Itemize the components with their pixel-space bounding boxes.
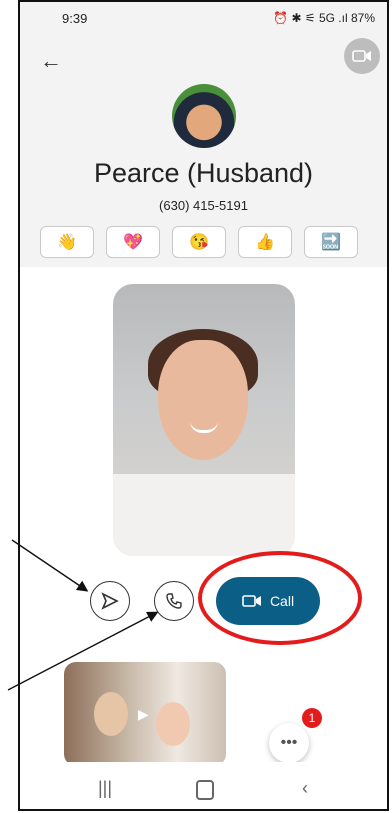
- contact-avatar: [172, 84, 236, 148]
- thumb-child-1: [94, 692, 128, 736]
- send-message-button[interactable]: [90, 581, 130, 621]
- soon-arrow-icon: 🔜: [321, 234, 341, 251]
- reaction-thumbs-up-button[interactable]: 👍: [238, 226, 292, 258]
- thumb-child-2: [156, 702, 190, 746]
- voice-call-button[interactable]: [154, 581, 194, 621]
- preview-face: [158, 340, 248, 460]
- kiss-face-icon: 😘: [189, 234, 209, 251]
- system-nav-bar: ||| ‹: [20, 762, 387, 809]
- recent-apps-icon[interactable]: |||: [98, 778, 112, 799]
- video-effects-icon: [352, 50, 371, 62]
- contact-name: Pearce (Husband): [93, 158, 314, 188]
- video-effects-button[interactable]: [344, 38, 380, 74]
- status-time: 9:39: [62, 11, 88, 26]
- more-dots-icon: •••: [280, 734, 298, 751]
- back-arrow-icon[interactable]: ←: [40, 48, 62, 74]
- self-video-preview: [113, 284, 295, 556]
- phone-frame: 9:39 ⏰ ✱ ⚟ 5G .ıl 87% ← Pearce (Husband)…: [18, 0, 389, 811]
- status-bar: 9:39 ⏰ ✱ ⚟ 5G .ıl 87%: [20, 2, 387, 32]
- reaction-heart-button[interactable]: 💖: [106, 226, 160, 258]
- heart-icon: 💖: [123, 234, 143, 251]
- reaction-wave-button[interactable]: 👋: [40, 226, 94, 258]
- wave-hand-icon: 👋: [57, 234, 77, 251]
- home-icon[interactable]: [196, 780, 214, 800]
- annotation-circle: [198, 551, 362, 645]
- notification-badge: 1: [302, 708, 322, 728]
- preview-shirt: [113, 474, 295, 556]
- nav-back-icon[interactable]: ‹: [302, 778, 308, 799]
- play-icon: ▶: [138, 706, 149, 722]
- reaction-soon-button[interactable]: 🔜: [304, 226, 358, 258]
- status-icons: ⏰ ✱ ⚟ 5G .ıl 87%: [273, 11, 375, 25]
- reaction-kiss-button[interactable]: 😘: [172, 226, 226, 258]
- phone-icon: [166, 593, 182, 609]
- video-message-thumbnail[interactable]: ▶: [64, 662, 226, 766]
- contact-phone: (630) 415-5191: [159, 198, 248, 213]
- thumbs-up-icon: 👍: [255, 234, 275, 251]
- send-icon: [101, 592, 119, 610]
- more-options-button[interactable]: •••: [269, 723, 309, 763]
- reaction-row: 👋 💖 😘 👍 🔜: [40, 226, 358, 258]
